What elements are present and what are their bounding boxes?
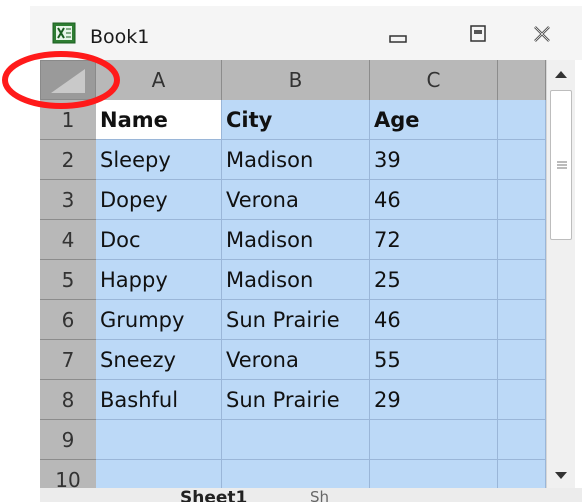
vertical-scrollbar[interactable]: [546, 60, 575, 494]
cell-d3[interactable]: [498, 180, 546, 220]
cell-d7[interactable]: [498, 340, 546, 380]
cell-d4[interactable]: [498, 220, 546, 260]
workbook-window: Book1 A B C 1 Name City Age 2 Sleepy Madison 39 3 Do…: [0, 0, 582, 502]
column-header-d[interactable]: [498, 60, 546, 100]
cell-d5[interactable]: [498, 260, 546, 300]
cell-d9[interactable]: [498, 420, 546, 460]
cell-c1[interactable]: Age: [370, 100, 498, 140]
cell-a2[interactable]: Sleepy: [96, 140, 222, 180]
cell-d8[interactable]: [498, 380, 546, 420]
annotation-circle: [2, 51, 120, 109]
cell-a9[interactable]: [96, 420, 222, 460]
cell-b7[interactable]: Verona: [222, 340, 370, 380]
cell-d1[interactable]: [498, 100, 546, 140]
sheet-tab-active[interactable]: Sheet1: [180, 488, 280, 502]
cell-b3[interactable]: Verona: [222, 180, 370, 220]
cell-c8[interactable]: 29: [370, 380, 498, 420]
cell-a3[interactable]: Dopey: [96, 180, 222, 220]
row-header-3[interactable]: 3: [40, 180, 96, 220]
cell-b6[interactable]: Sun Prairie: [222, 300, 370, 340]
cell-b1[interactable]: City: [222, 100, 370, 140]
cell-a5[interactable]: Happy: [96, 260, 222, 300]
window-title: Book1: [90, 26, 150, 48]
minimize-icon: [389, 35, 407, 43]
row-header-8[interactable]: 8: [40, 380, 96, 420]
cell-c3[interactable]: 46: [370, 180, 498, 220]
cell-c7[interactable]: 55: [370, 340, 498, 380]
close-icon: [534, 26, 550, 42]
cell-c4[interactable]: 72: [370, 220, 498, 260]
row-header-6[interactable]: 6: [40, 300, 96, 340]
row-header-5[interactable]: 5: [40, 260, 96, 300]
cell-c6[interactable]: 46: [370, 300, 498, 340]
cell-a7[interactable]: Sneezy: [96, 340, 222, 380]
maximize-button[interactable]: [460, 18, 496, 50]
cell-b9[interactable]: [222, 420, 370, 460]
scroll-thumb[interactable]: [550, 90, 572, 240]
arrow-up-icon: [555, 71, 567, 78]
sheet-tab-next[interactable]: Sh: [310, 488, 350, 502]
cell-d2[interactable]: [498, 140, 546, 180]
column-header-b[interactable]: B: [222, 60, 370, 100]
row-header-7[interactable]: 7: [40, 340, 96, 380]
cell-b8[interactable]: Sun Prairie: [222, 380, 370, 420]
cell-c9[interactable]: [370, 420, 498, 460]
cell-a4[interactable]: Doc: [96, 220, 222, 260]
grip-icon: [557, 161, 567, 169]
spreadsheet-grid[interactable]: A B C 1 Name City Age 2 Sleepy Madison 39 3 Dopey Ver…: [40, 60, 546, 494]
cell-a6[interactable]: Grumpy: [96, 300, 222, 340]
excel-icon: [52, 22, 76, 44]
cell-a8[interactable]: Bashful: [96, 380, 222, 420]
scroll-up-button[interactable]: [547, 60, 575, 88]
column-header-c[interactable]: C: [370, 60, 498, 100]
row-header-9[interactable]: 9: [40, 420, 96, 460]
maximize-icon: [470, 25, 486, 42]
minimize-button[interactable]: [380, 18, 416, 50]
grid-canvas: A B C 1 Name City Age 2 Sleepy Madison 39 3 Dopey Ver…: [40, 60, 546, 494]
cell-c2[interactable]: 39: [370, 140, 498, 180]
cell-b2[interactable]: Madison: [222, 140, 370, 180]
cell-c5[interactable]: 25: [370, 260, 498, 300]
sheet-tab-bar: Sheet1 Sh: [40, 488, 582, 502]
cell-d6[interactable]: [498, 300, 546, 340]
scroll-down-button[interactable]: [547, 462, 575, 490]
arrow-down-icon: [555, 472, 567, 479]
row-header-4[interactable]: 4: [40, 220, 96, 260]
row-header-2[interactable]: 2: [40, 140, 96, 180]
close-button[interactable]: [524, 18, 560, 50]
cell-b5[interactable]: Madison: [222, 260, 370, 300]
cell-b4[interactable]: Madison: [222, 220, 370, 260]
